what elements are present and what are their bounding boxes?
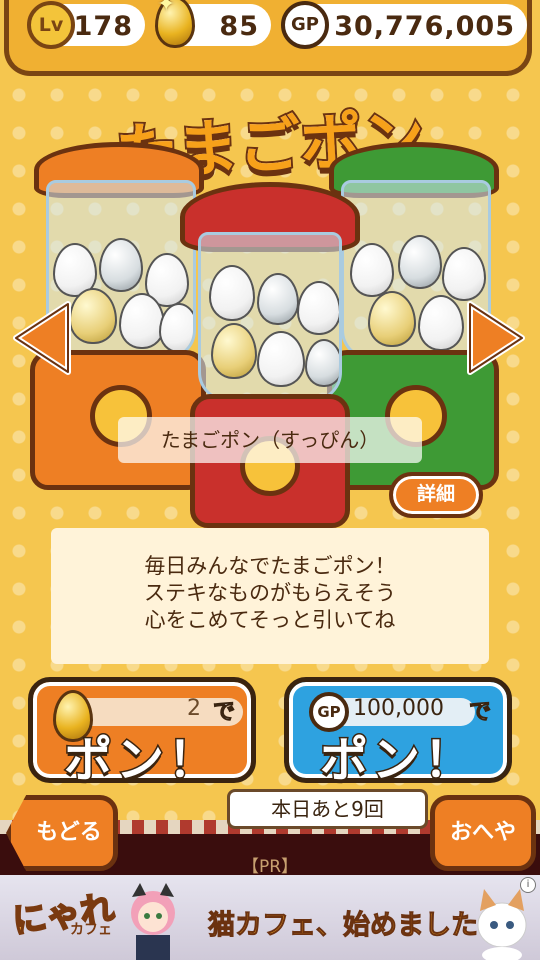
egg-pill: ✦ 85 [155,0,271,48]
ad-info-icon[interactable]: i [520,877,536,893]
pon-egg-button[interactable]: 2 で ポン！ [28,677,256,790]
detail-button[interactable]: 詳細 [389,472,483,518]
arrow-right-button[interactable] [466,300,526,376]
description-box: 毎日みんなでたまごポン！ ステキなものがもらえそう 心をこめてそっと引いてね [51,528,489,664]
arrow-left-button[interactable] [12,300,72,376]
description-line-3: 心をこめてそっと引いてね [144,608,396,632]
ad-text: 猫カフェ、始めました [208,910,479,942]
room-button[interactable]: おへや [430,795,536,871]
level-pill: Lv 178 [27,1,145,49]
gacha-machine-red[interactable] [180,182,360,532]
pon-gp-button[interactable]: GP 100,000 で ポン！ [284,677,512,790]
arrow-left-icon [13,301,71,375]
ad-logo-sub: カフェ [70,922,112,938]
remaining-count: 本日あと9回 [227,789,428,829]
gacha-name-label: たまごポン（すっぴん） [118,417,422,463]
lv-icon: Lv [27,1,75,49]
ad-banner[interactable]: にゃれ カフェ 猫カフェ、始めました i [0,875,540,960]
pon-egg-label: ポン！ [62,731,220,790]
description-line-2: ステキなものがもらえそう [144,581,396,605]
description-line-1: 毎日みんなでたまごポン！ [144,554,396,578]
egg-cost: 2 [187,696,201,721]
gp-cost: 100,000 [353,696,444,721]
sparkle-icon: ✦ [157,0,176,17]
arrow-right-icon [467,301,525,375]
ad-cat-image [477,889,527,960]
gp-coin-icon: GP [281,1,329,49]
pon-gp-label: ポン！ [318,731,476,790]
status-bar: Lv 178 ✦ 85 GP 30,776,005 [4,0,532,76]
level-value: 178 [73,11,133,42]
egg-count: 85 [219,11,259,42]
gp-value: 30,776,005 [334,11,515,42]
back-button[interactable]: もどる [6,795,118,871]
ad-girl-image [131,883,175,960]
gp-pill: GP 30,776,005 [281,1,527,49]
